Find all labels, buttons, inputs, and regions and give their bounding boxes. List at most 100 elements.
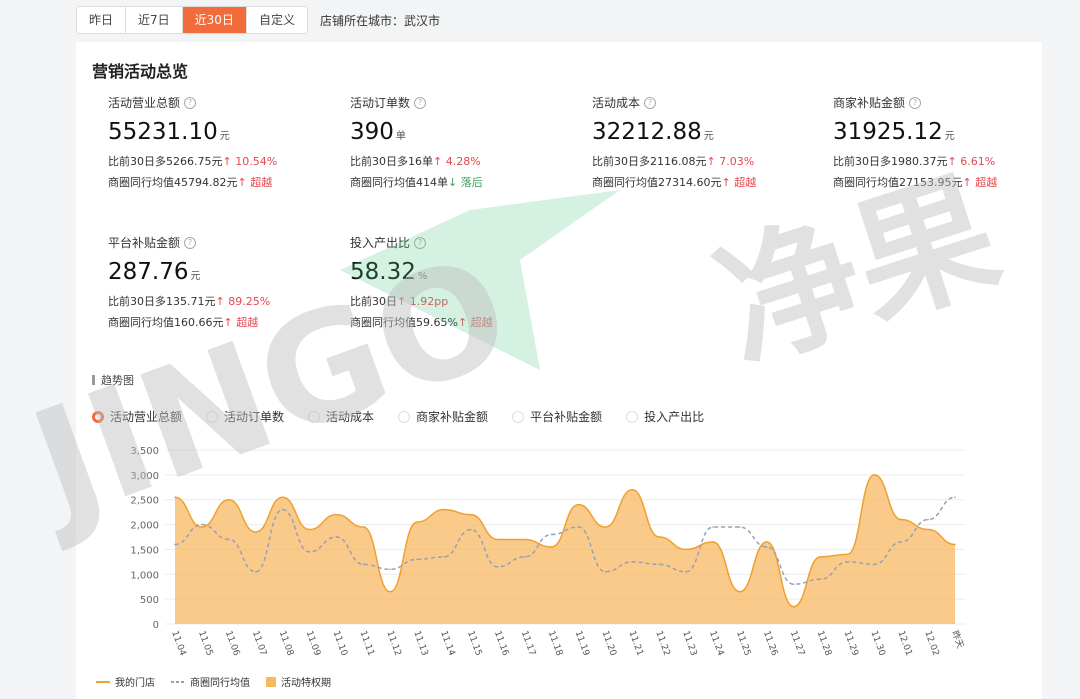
metric-value: 390 单 bbox=[350, 119, 406, 145]
tab-7-days[interactable]: 近7日 bbox=[126, 7, 183, 33]
data-point-district-avg bbox=[174, 543, 176, 546]
help-icon[interactable]: ? bbox=[414, 96, 427, 109]
y-tick-label: 1,000 bbox=[130, 570, 159, 581]
up-arrow-icon: ↑ bbox=[706, 155, 716, 168]
metric-2: 活动成本? 32212.88 元比前30日多2116.08元↑ 7.03% 商圈同行均… bbox=[592, 94, 812, 190]
metric-unit: 元 bbox=[703, 131, 714, 142]
help-icon[interactable]: ? bbox=[644, 96, 657, 109]
data-point-my-store bbox=[254, 531, 257, 533]
legend-line-icon bbox=[96, 680, 110, 683]
metric-0: 活动营业总额? 55231.10 元比前30日多5266.75元↑ 10.54% 商圈… bbox=[108, 94, 328, 190]
data-point-district-avg bbox=[443, 556, 445, 558]
x-tick-label: 11.05 bbox=[196, 630, 214, 658]
x-tick-label: 11.28 bbox=[815, 630, 833, 658]
marketing-overview-card: 营销活动总览 活动营业总额? 55231.10 元比前30日多5266.75元↑ 1… bbox=[76, 42, 1042, 699]
data-point-district-avg bbox=[685, 571, 687, 573]
data-point-district-avg bbox=[308, 551, 311, 553]
data-point-district-avg bbox=[765, 546, 768, 548]
radio-circle-icon[interactable] bbox=[92, 410, 104, 423]
data-point-my-store bbox=[470, 513, 472, 516]
radio-label: 活动订单数 bbox=[224, 410, 285, 424]
up-arrow-icon: ↑ bbox=[223, 316, 233, 329]
radio-option-5[interactable]: 投入产出比 bbox=[626, 408, 704, 425]
x-tick-label: 11.04 bbox=[169, 630, 187, 658]
data-point-district-avg bbox=[631, 561, 634, 563]
data-point-district-avg bbox=[201, 523, 203, 526]
x-tick-label: 11.09 bbox=[304, 630, 322, 658]
help-icon[interactable]: ? bbox=[909, 96, 922, 109]
x-tick-label: 11.16 bbox=[492, 630, 510, 658]
data-point-my-store bbox=[604, 526, 607, 528]
data-point-my-store bbox=[927, 528, 929, 531]
help-icon[interactable]: ? bbox=[184, 236, 197, 249]
data-point-district-avg bbox=[281, 508, 284, 511]
radio-option-3[interactable]: 商家补贴金额 bbox=[398, 408, 488, 425]
x-tick-label: 11.10 bbox=[331, 630, 349, 658]
data-point-my-store bbox=[201, 526, 203, 528]
radio-circle-icon[interactable] bbox=[626, 410, 639, 423]
up-arrow-icon: ↑ bbox=[721, 176, 731, 189]
data-point-my-store bbox=[523, 538, 526, 541]
data-point-my-store bbox=[577, 503, 580, 506]
metric-compare: 比前30日多2116.08元↑ 7.03% bbox=[592, 155, 755, 168]
data-point-district-avg bbox=[362, 563, 365, 566]
data-point-my-store bbox=[335, 513, 338, 516]
data-point-my-store bbox=[496, 538, 499, 541]
metric-benchmark: 商圈同行均值45794.82元↑ 超越 bbox=[108, 176, 273, 189]
data-point-district-avg bbox=[739, 526, 741, 528]
data-point-my-store bbox=[227, 498, 230, 501]
data-point-my-store bbox=[362, 526, 365, 528]
radio-option-0[interactable]: 活动营业总额 bbox=[92, 408, 182, 425]
radio-circle-icon[interactable] bbox=[206, 410, 219, 423]
data-point-district-avg bbox=[604, 571, 607, 573]
data-point-my-store bbox=[739, 590, 741, 593]
radio-option-1[interactable]: 活动订单数 bbox=[206, 408, 284, 425]
data-point-my-store bbox=[954, 543, 956, 546]
radio-option-4[interactable]: 平台补贴金额 bbox=[512, 408, 602, 425]
up-arrow-icon: ↑ bbox=[237, 176, 247, 189]
x-tick-label: 11.08 bbox=[277, 630, 295, 658]
x-tick-label: 11.19 bbox=[573, 630, 591, 658]
data-point-district-avg bbox=[496, 566, 499, 568]
metric-5: 投入产出比? 58.32% 比前30日↑ 1.92pp 商圈同行均值59.65%↑ 超… bbox=[350, 234, 570, 330]
store-city: 店铺所在城市：武汉市 bbox=[320, 14, 441, 28]
metric-benchmark: 商圈同行均值414单↓ 落后 bbox=[350, 176, 483, 189]
data-point-district-avg bbox=[900, 541, 903, 543]
data-point-district-avg bbox=[792, 583, 795, 586]
up-arrow-icon: ↑ bbox=[397, 295, 407, 308]
data-point-district-avg bbox=[389, 568, 391, 571]
legend-label: 活动特权期 bbox=[281, 678, 331, 689]
data-point-my-store bbox=[658, 536, 660, 538]
metric-label: 活动营业总额? bbox=[108, 94, 328, 111]
radio-option-2[interactable]: 活动成本 bbox=[308, 408, 374, 425]
help-icon[interactable]: ? bbox=[414, 236, 427, 249]
x-tick-label: 11.07 bbox=[250, 630, 268, 658]
x-tick-label: 11.20 bbox=[600, 630, 618, 658]
metric-label: 活动订单数? bbox=[350, 94, 570, 111]
x-tick-label: 11.26 bbox=[761, 630, 779, 658]
tab-custom[interactable]: 自定义 bbox=[247, 7, 307, 33]
metric-unit: 单 bbox=[395, 131, 406, 142]
data-point-district-avg bbox=[470, 528, 472, 531]
x-tick-label: 11.11 bbox=[357, 630, 375, 658]
y-tick-label: 2,500 bbox=[130, 496, 159, 507]
data-point-my-store bbox=[712, 541, 714, 543]
x-tick-label: 11.29 bbox=[842, 630, 860, 658]
radio-circle-icon[interactable] bbox=[512, 410, 525, 423]
legend-item-district-avg: 商圈同行均值 bbox=[171, 674, 250, 689]
trend-chart: 0 500 1,000 1,500 2,000 2,500 3,000 3,500 11.04 1… bbox=[130, 446, 966, 658]
tab-yesterday[interactable]: 昨日 bbox=[77, 7, 127, 33]
x-tick-label: 11.18 bbox=[546, 630, 564, 658]
radio-circle-icon[interactable] bbox=[398, 410, 411, 423]
up-arrow-icon: ↑ bbox=[962, 176, 972, 189]
help-icon[interactable]: ? bbox=[184, 96, 197, 109]
data-point-district-avg bbox=[819, 578, 822, 581]
radio-label: 投入产出比 bbox=[644, 410, 705, 424]
tab-30-days[interactable]: 近30日 bbox=[182, 7, 247, 33]
trend-title: 趋势图 bbox=[92, 372, 134, 388]
data-point-district-avg bbox=[846, 561, 849, 563]
metric-3: 商家补贴金额? 31925.12 元比前30日多1980.37元↑ 6.61% 商圈同… bbox=[833, 94, 1053, 190]
radio-circle-icon[interactable] bbox=[308, 410, 321, 423]
data-point-my-store bbox=[846, 553, 849, 556]
data-point-district-avg bbox=[658, 563, 660, 566]
